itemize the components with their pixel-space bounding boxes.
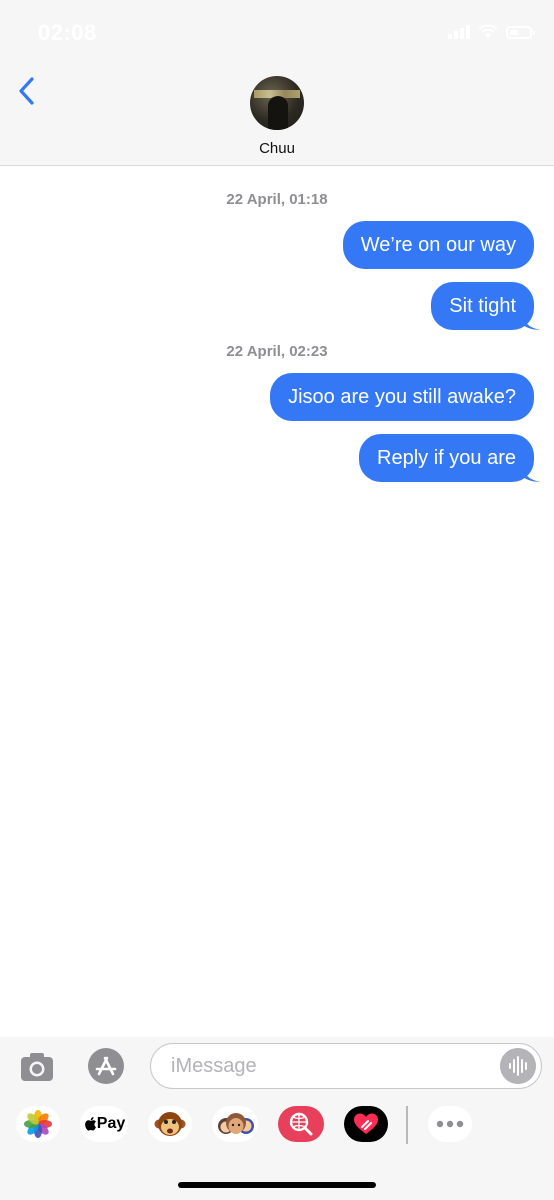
message-text: Reply if you are [377,447,516,469]
sent-message-bubble[interactable]: Sit tight [431,282,541,330]
bubble-tail-icon [521,312,541,330]
apple-pay-icon [84,1117,96,1131]
photos-app-button[interactable] [16,1106,60,1142]
message-timestamp: 22 April, 02:23 [226,343,328,360]
status-icons [448,24,535,39]
status-time: 02:08 [38,20,97,45]
more-apps-button[interactable] [428,1106,472,1142]
back-chevron-icon[interactable] [14,74,42,110]
sent-message-bubble[interactable]: We’re on our way [342,221,534,269]
contact-name[interactable]: Chuu [0,140,554,157]
wifi-icon [478,24,498,38]
more-icon [436,1120,464,1128]
digital-touch-icon [354,1113,378,1134]
digital-touch-app-button[interactable] [344,1106,388,1142]
contact-avatar[interactable] [250,76,304,130]
bubble-tail-icon [521,464,541,482]
message-text: Sit tight [449,295,516,317]
apple-pay-button[interactable]: Pay [80,1106,128,1142]
photos-icon [24,1110,52,1138]
app-drawer-divider [406,1106,408,1144]
message-text: Jisoo are you still awake? [288,386,516,408]
images-search-icon [289,1112,313,1136]
animoji-icon [154,1112,186,1136]
home-indicator[interactable] [178,1182,376,1188]
battery-icon [506,26,535,39]
sent-message-bubble[interactable]: Jisoo are you still awake? [270,373,534,421]
cellular-signal-icon [448,25,470,39]
message-timestamp: 22 April, 01:18 [226,191,328,208]
camera-icon[interactable] [18,1047,56,1085]
message-text: We’re on our way [360,234,516,256]
message-input[interactable]: iMessage [150,1043,542,1089]
images-search-app-button[interactable] [278,1106,324,1142]
audio-message-icon[interactable] [500,1048,536,1084]
sent-message-bubble[interactable]: Reply if you are [359,434,541,482]
app-store-icon[interactable] [84,1047,128,1085]
memoji-icon [218,1113,254,1134]
memoji-app-button[interactable] [212,1106,258,1142]
animoji-app-button[interactable] [148,1106,192,1142]
apple-pay-label: Pay [96,1115,126,1132]
